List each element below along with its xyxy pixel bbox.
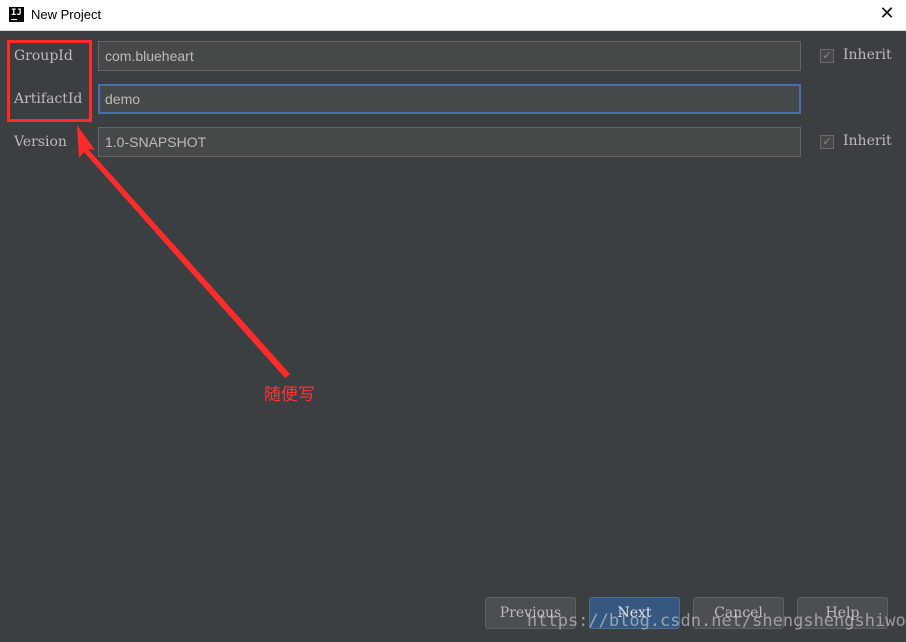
intellij-app-icon: IJ (9, 7, 24, 22)
window-title: New Project (31, 7, 102, 22)
watermark-text: https://blog.csdn.net/shengshengshiwo (527, 611, 906, 631)
title-bar: IJ New Project ✕ (0, 0, 906, 31)
annotation-text: 随便写 (264, 385, 315, 405)
annotation-arrow (77, 125, 290, 378)
close-icon[interactable]: ✕ (876, 3, 898, 25)
dialog-content: GroupId com.blueheart ✓ Inherit Artifact… (0, 31, 906, 642)
